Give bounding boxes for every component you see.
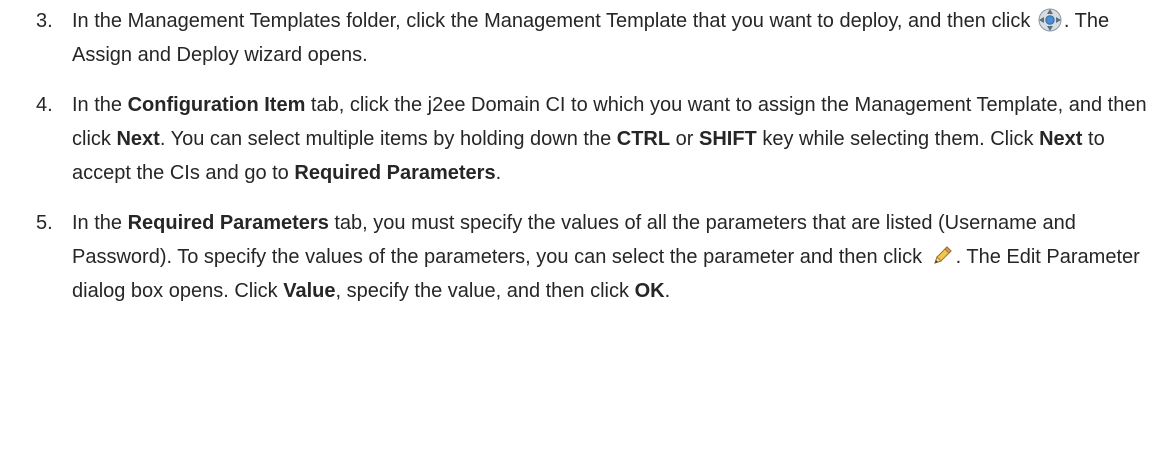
text-run: In the Management Templates folder, clic… — [72, 10, 1036, 32]
instruction-steps: 3. In the Management Templates folder, c… — [0, 0, 1172, 308]
step-5: 5. In the Required Parameters tab, you m… — [0, 206, 1172, 308]
text-run: key while selecting them. Click — [756, 128, 1040, 150]
step-text: In the Management Templates folder, clic… — [72, 4, 1152, 72]
key-name: SHIFT — [699, 128, 757, 150]
ui-term: Required Parameters — [127, 212, 329, 234]
text-run: In the — [72, 212, 128, 234]
step-number: 3. — [36, 10, 53, 32]
text-run: or — [670, 128, 699, 150]
pencil-edit-icon — [929, 243, 955, 269]
ui-term: Next — [116, 128, 160, 150]
ui-term: Configuration Item — [127, 94, 306, 116]
step-number: 4. — [36, 94, 53, 116]
step-4: 4. In the Configuration Item tab, click … — [0, 88, 1172, 190]
text-run: . You can select multiple items by holdi… — [159, 128, 617, 150]
step-text: In the Required Parameters tab, you must… — [72, 206, 1152, 308]
key-name: CTRL — [616, 128, 671, 150]
ui-term: Value — [283, 280, 336, 302]
step-text: In the Configuration Item tab, click the… — [72, 88, 1152, 190]
ui-term: Next — [1039, 128, 1083, 150]
step-3: 3. In the Management Templates folder, c… — [0, 4, 1172, 72]
assign-deploy-icon — [1037, 7, 1063, 33]
ui-term: Required Parameters — [294, 162, 496, 184]
text-run: . — [664, 280, 671, 302]
text-run: In the — [72, 94, 128, 116]
text-run: , specify the value, and then click — [335, 280, 635, 302]
step-number: 5. — [36, 212, 53, 234]
ui-term: OK — [634, 280, 665, 302]
text-run: . — [495, 162, 502, 184]
